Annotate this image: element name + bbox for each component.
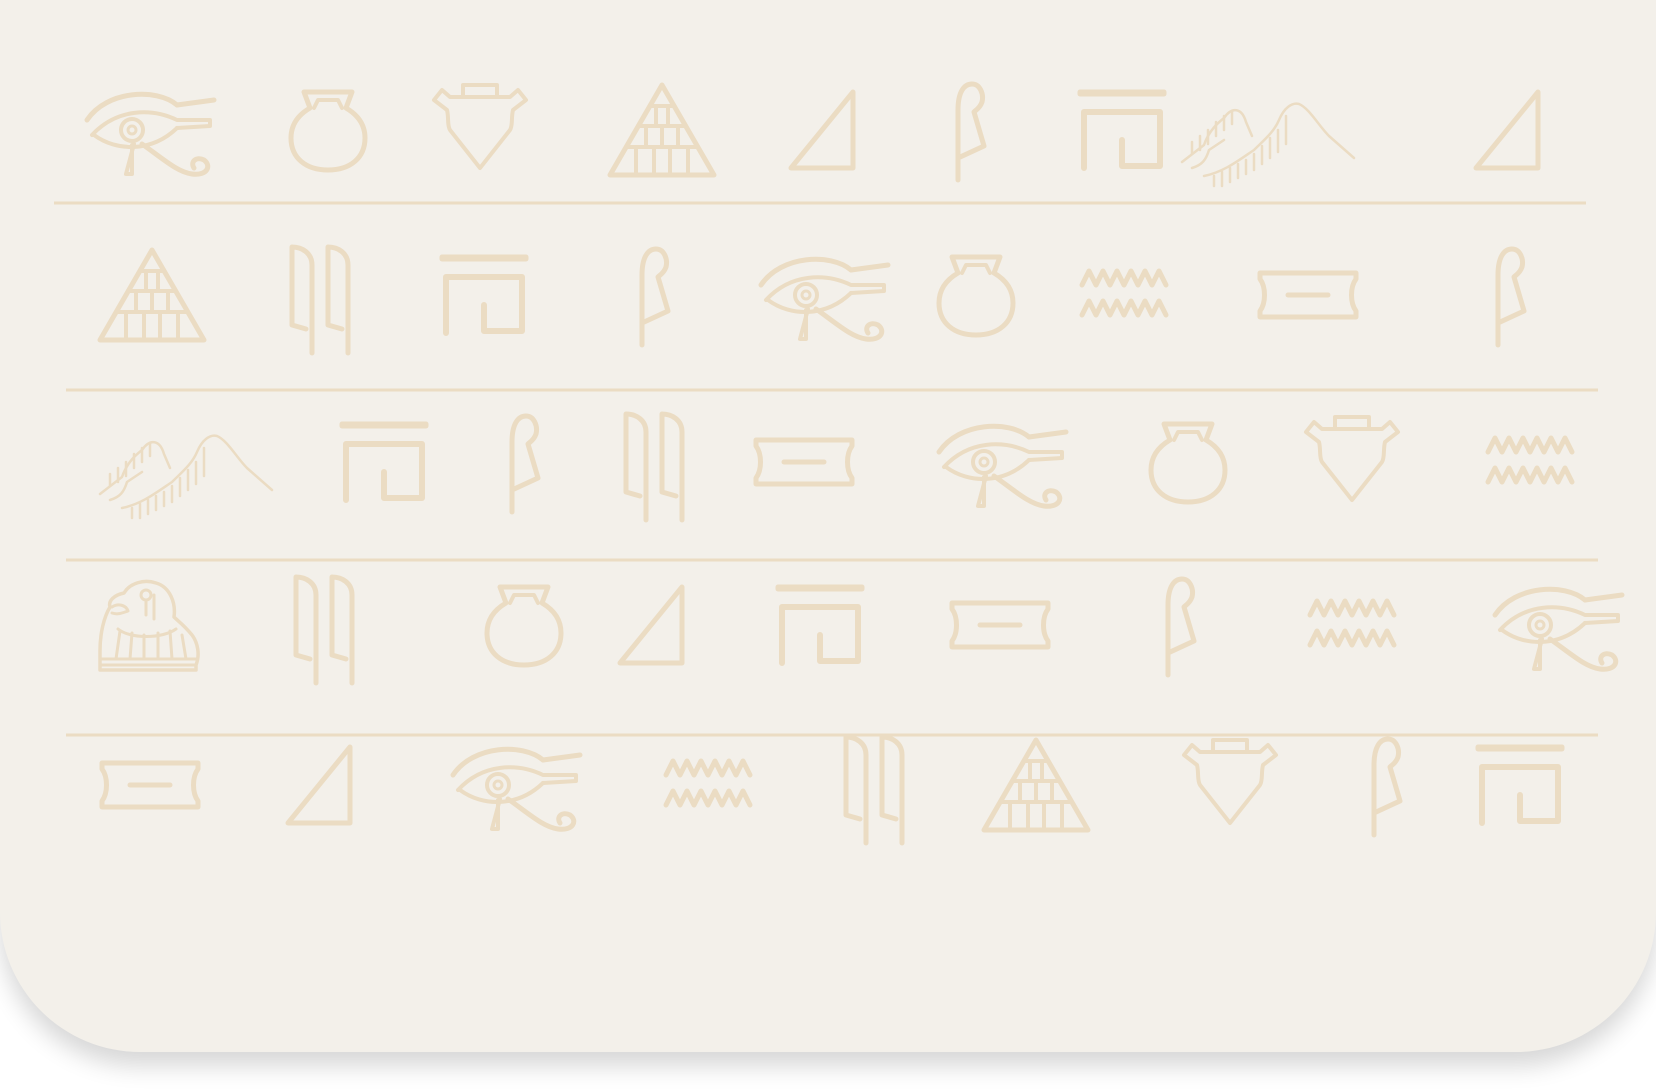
falcon-glyph-icon bbox=[98, 579, 200, 672]
hieroglyph-pattern-card bbox=[0, 0, 1656, 1052]
water-glyph-icon bbox=[1310, 601, 1394, 645]
cartouche-glyph-icon bbox=[102, 763, 198, 807]
cartouche-glyph-icon bbox=[756, 440, 852, 484]
double-reed-glyph-icon bbox=[296, 577, 352, 683]
double-reed-glyph-icon bbox=[846, 737, 902, 843]
house-glyph-icon bbox=[778, 587, 862, 663]
reed-glyph-icon bbox=[958, 84, 984, 180]
house-glyph-icon bbox=[1080, 92, 1164, 168]
water-glyph-icon bbox=[666, 761, 750, 805]
cartouche-glyph-icon bbox=[952, 603, 1048, 647]
eye-glyph-icon bbox=[453, 749, 580, 829]
house-glyph-icon bbox=[342, 424, 426, 500]
glyph-row bbox=[98, 414, 1572, 520]
reed-glyph-icon bbox=[642, 249, 668, 345]
reed-glyph-icon bbox=[512, 416, 538, 512]
glyph-row bbox=[98, 577, 1622, 683]
cartouche-glyph-icon bbox=[1260, 273, 1356, 317]
pyramid-glyph-icon bbox=[984, 740, 1088, 830]
vessel-glyph-icon bbox=[432, 83, 528, 170]
glyph-row bbox=[102, 737, 1562, 843]
hills-glyph-icon bbox=[1180, 102, 1356, 188]
triangle-glyph-icon bbox=[791, 92, 853, 168]
triangle-glyph-icon bbox=[288, 747, 350, 823]
vessel-glyph-icon bbox=[1182, 738, 1278, 825]
pot-glyph-icon bbox=[1151, 424, 1225, 502]
water-glyph-icon bbox=[1488, 438, 1572, 482]
water-glyph-icon bbox=[1082, 271, 1166, 315]
pot-glyph-icon bbox=[291, 92, 365, 170]
pyramid-glyph-icon bbox=[610, 85, 714, 175]
hieroglyph-pattern bbox=[54, 0, 1656, 1052]
reed-glyph-icon bbox=[1498, 249, 1524, 345]
pot-glyph-icon bbox=[939, 257, 1013, 335]
eye-glyph-icon bbox=[761, 259, 888, 339]
triangle-glyph-icon bbox=[620, 587, 682, 663]
eye-glyph-icon bbox=[939, 426, 1066, 506]
pyramid-glyph-icon bbox=[100, 250, 204, 340]
double-reed-glyph-icon bbox=[626, 414, 682, 520]
glyph-row bbox=[100, 247, 1524, 353]
reed-glyph-icon bbox=[1374, 739, 1400, 835]
hills-glyph-icon bbox=[98, 434, 274, 520]
triangle-glyph-icon bbox=[1476, 92, 1538, 168]
eye-glyph-icon bbox=[87, 94, 214, 174]
house-glyph-icon bbox=[442, 257, 526, 333]
reed-glyph-icon bbox=[1168, 579, 1194, 675]
house-glyph-icon bbox=[1478, 747, 1562, 823]
glyph-row bbox=[87, 83, 1538, 188]
pot-glyph-icon bbox=[487, 587, 561, 665]
vessel-glyph-icon bbox=[1304, 415, 1400, 502]
double-reed-glyph-icon bbox=[292, 247, 348, 353]
eye-glyph-icon bbox=[1495, 589, 1622, 669]
